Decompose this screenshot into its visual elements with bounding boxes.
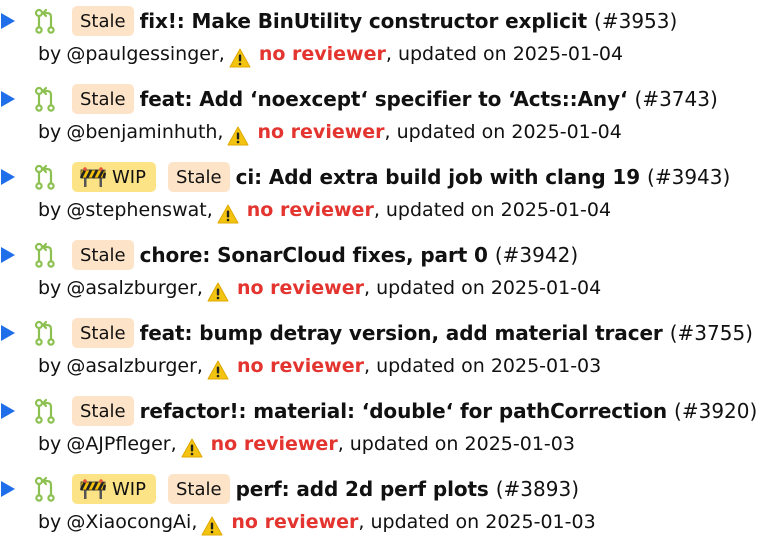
pr-title[interactable]: perf: add 2d perf plots <box>236 477 489 501</box>
pr-meta-line: by @paulgessinger, no reviewer , updated… <box>38 39 623 69</box>
by-label: by <box>38 199 62 221</box>
warning-icon <box>207 282 229 302</box>
no-reviewer-label: no reviewer <box>231 511 359 533</box>
no-reviewer-label: no reviewer <box>236 277 364 299</box>
pr-header-line: Stale feat: Add ‘noexcept‘ specifier to … <box>0 83 718 115</box>
author-link[interactable]: @asalzburger, <box>66 277 203 299</box>
by-label: by <box>38 121 62 143</box>
warning-icon <box>181 438 203 458</box>
pr-number[interactable]: (#3943) <box>647 165 730 189</box>
by-label: by <box>38 511 62 533</box>
triangle-right-icon[interactable] <box>0 242 22 268</box>
pr-list-item: Stale feat: bump detray version, add mat… <box>0 313 761 391</box>
pull-request-icon <box>34 8 56 34</box>
author-link[interactable]: @stephenswat, <box>66 199 212 221</box>
pr-title[interactable]: fix!: Make BinUtility constructor explic… <box>140 9 588 33</box>
warning-icon <box>201 516 223 536</box>
stale-badge: Stale <box>167 162 230 192</box>
pr-header-line: WIP Stale perf: add 2d perf plots (#3893… <box>0 473 579 505</box>
no-reviewer-label: no reviewer <box>258 43 386 65</box>
pr-number[interactable]: (#3920) <box>674 399 757 423</box>
updated-date: , updated on 2025-01-04 <box>384 121 622 143</box>
pr-meta-line: by @stephenswat, no reviewer , updated o… <box>38 195 611 225</box>
stale-badge: Stale <box>72 84 134 114</box>
construction-barrier-icon <box>79 167 107 187</box>
pr-list-item: Stale chore: SonarCloud fixes, part 0 (#… <box>0 235 761 313</box>
updated-date: , updated on 2025-01-03 <box>358 511 596 533</box>
pr-meta-line: by @XiaocongAi, no reviewer , updated on… <box>38 507 596 537</box>
wip-label: WIP <box>112 478 146 500</box>
pr-list-item: WIP Stale perf: add 2d perf plots (#3893… <box>0 469 761 546</box>
pr-header-line: WIP Stale ci: Add extra build job with c… <box>0 161 730 193</box>
stale-badge: Stale <box>167 474 230 504</box>
by-label: by <box>38 277 62 299</box>
author-link[interactable]: @benjaminhuth, <box>66 121 223 143</box>
pull-request-icon <box>34 398 56 424</box>
pr-meta-line: by @benjaminhuth, no reviewer , updated … <box>38 117 622 147</box>
pr-header-line: Stale fix!: Make BinUtility constructor … <box>0 5 677 37</box>
pr-list-item: Stale refactor!: material: ‘double‘ for … <box>0 391 761 469</box>
triangle-right-icon[interactable] <box>0 320 22 346</box>
triangle-right-icon[interactable] <box>0 164 22 190</box>
no-reviewer-label: no reviewer <box>246 199 374 221</box>
updated-date: , updated on 2025-01-03 <box>337 433 575 455</box>
by-label: by <box>38 433 62 455</box>
pr-list-item: WIP Stale ci: Add extra build job with c… <box>0 157 761 235</box>
author-link[interactable]: @XiaocongAi, <box>66 511 197 533</box>
stale-badge: Stale <box>72 240 134 270</box>
wip-label: WIP <box>112 166 146 188</box>
construction-barrier-icon <box>79 479 107 499</box>
updated-date: , updated on 2025-01-03 <box>363 355 602 377</box>
pr-number[interactable]: (#3893) <box>496 477 579 501</box>
triangle-right-icon[interactable] <box>0 86 22 112</box>
pr-number[interactable]: (#3755) <box>670 321 753 345</box>
no-reviewer-label: no reviewer <box>236 355 364 377</box>
pr-list-item: Stale feat: Add ‘noexcept‘ specifier to … <box>0 79 761 157</box>
pr-title[interactable]: feat: bump detray version, add material … <box>140 321 663 345</box>
stale-badge: Stale <box>72 318 134 348</box>
author-link[interactable]: @asalzburger, <box>66 355 203 377</box>
updated-date: , updated on 2025-01-04 <box>363 277 602 299</box>
pr-title[interactable]: chore: SonarCloud fixes, part 0 <box>140 243 488 267</box>
stale-badge: Stale <box>72 6 134 36</box>
pr-header-line: Stale refactor!: material: ‘double‘ for … <box>0 395 757 427</box>
wip-badge: WIP <box>72 162 156 192</box>
pr-title[interactable]: refactor!: material: ‘double‘ for pathCo… <box>140 399 668 423</box>
stale-badge: Stale <box>72 396 134 426</box>
pr-number[interactable]: (#3942) <box>495 243 578 267</box>
pr-number[interactable]: (#3953) <box>594 9 677 33</box>
pr-number[interactable]: (#3743) <box>635 87 718 111</box>
updated-date: , updated on 2025-01-04 <box>385 43 624 65</box>
pr-meta-line: by @asalzburger, no reviewer , updated o… <box>38 351 601 381</box>
triangle-right-icon[interactable] <box>0 8 22 34</box>
pr-header-line: Stale feat: bump detray version, add mat… <box>0 317 753 349</box>
pull-request-list: Stale fix!: Make BinUtility constructor … <box>0 0 761 546</box>
author-link[interactable]: @AJPfleger, <box>66 433 176 455</box>
pull-request-icon <box>34 86 56 112</box>
pr-meta-line: by @asalzburger, no reviewer , updated o… <box>38 273 601 303</box>
warning-icon <box>229 48 251 68</box>
pull-request-icon <box>34 320 56 346</box>
pull-request-icon <box>34 242 56 268</box>
by-label: by <box>38 355 62 377</box>
pr-title[interactable]: feat: Add ‘noexcept‘ specifier to ‘Acts:… <box>140 87 628 111</box>
warning-icon <box>217 204 239 224</box>
triangle-right-icon[interactable] <box>0 476 22 502</box>
by-label: by <box>38 43 62 65</box>
triangle-right-icon[interactable] <box>0 398 22 424</box>
no-reviewer-label: no reviewer <box>257 121 385 143</box>
warning-icon <box>207 360 229 380</box>
wip-badge: WIP <box>72 474 156 504</box>
no-reviewer-label: no reviewer <box>210 433 338 455</box>
pr-list-item: Stale fix!: Make BinUtility constructor … <box>0 1 761 79</box>
pr-title[interactable]: ci: Add extra build job with clang 19 <box>236 165 641 189</box>
pr-meta-line: by @AJPfleger, no reviewer , updated on … <box>38 429 575 459</box>
pull-request-icon <box>34 164 56 190</box>
warning-icon <box>227 126 249 146</box>
pull-request-icon <box>34 476 56 502</box>
updated-date: , updated on 2025-01-04 <box>373 199 612 221</box>
author-link[interactable]: @paulgessinger, <box>66 43 225 65</box>
pr-header-line: Stale chore: SonarCloud fixes, part 0 (#… <box>0 239 578 271</box>
